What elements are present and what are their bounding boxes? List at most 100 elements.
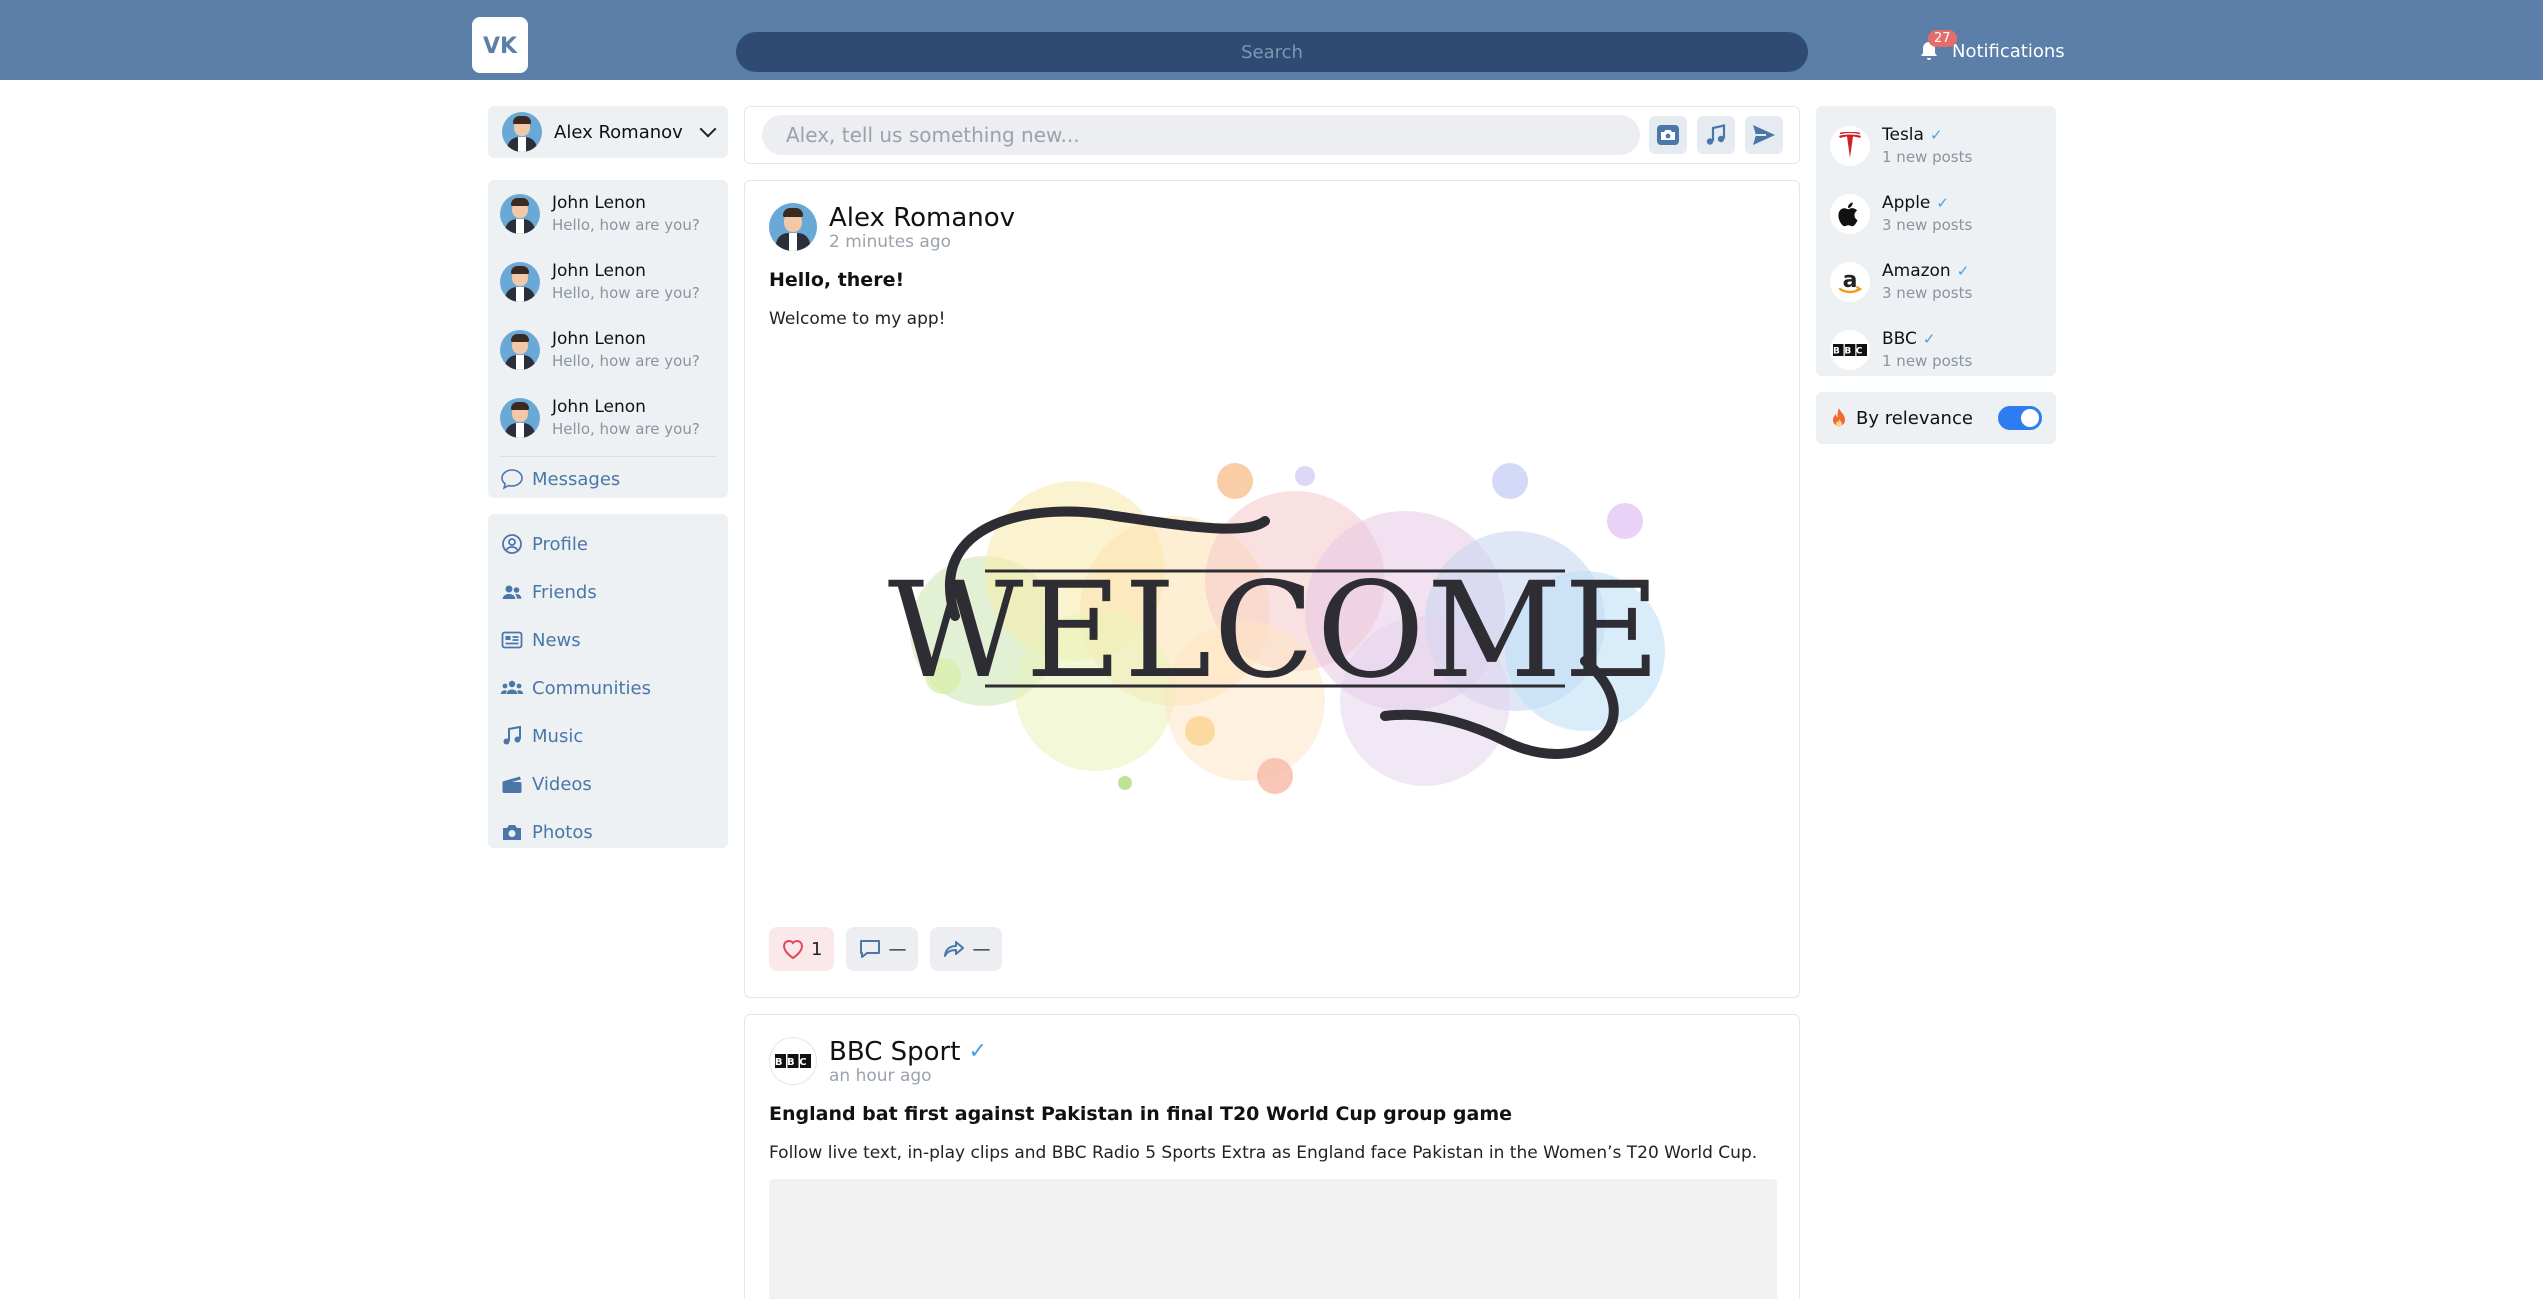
avatar bbox=[500, 330, 540, 370]
like-count: 1 bbox=[811, 938, 823, 960]
chat-bubble-icon bbox=[501, 469, 523, 490]
messages-link-label: Messages bbox=[532, 468, 621, 490]
welcome-image[interactable]: WELCOME bbox=[865, 461, 1685, 821]
message-sender: John Lenon bbox=[552, 193, 646, 213]
svg-text:BBC: BBC bbox=[1833, 347, 1867, 357]
post-author[interactable]: Alex Romanov bbox=[829, 203, 1015, 233]
subscription-count: 1 new posts bbox=[1882, 352, 1973, 370]
subscription-name: Apple bbox=[1882, 193, 1931, 213]
relevance-label: By relevance bbox=[1856, 407, 1973, 429]
bbc-logo: BBC bbox=[1830, 330, 1870, 370]
post-title[interactable]: England bat first against Pakistan in fi… bbox=[769, 1103, 1512, 1125]
nav-item-communities[interactable]: Communities bbox=[500, 664, 716, 712]
subscription-name: BBC bbox=[1882, 329, 1917, 349]
message-preview: Hello, how are you? bbox=[552, 216, 700, 234]
post-author-name: BBC Sport bbox=[829, 1037, 961, 1067]
bell-icon: 27 bbox=[1912, 30, 1957, 68]
message-preview: Hello, how are you? bbox=[552, 284, 700, 302]
attach-photo-button[interactable] bbox=[1649, 116, 1687, 154]
comment-button[interactable]: — bbox=[846, 927, 919, 971]
post-image-placeholder[interactable] bbox=[769, 1179, 1777, 1299]
message-item[interactable]: John Lenon Hello, how are you? bbox=[500, 384, 716, 452]
notifications-button[interactable]: 27 Notifications bbox=[1912, 30, 2065, 68]
post-title: Hello, there! bbox=[769, 269, 905, 291]
nav-label: Music bbox=[532, 725, 584, 747]
subscription-count: 3 new posts bbox=[1882, 216, 1973, 234]
welcome-text: WELCOME bbox=[888, 554, 1662, 708]
post-card: BBC BBC Sport ✓ an hour ago England bat f… bbox=[744, 1014, 1800, 1299]
message-item[interactable]: John Lenon Hello, how are you? bbox=[500, 180, 716, 248]
nav-item-music[interactable]: Music bbox=[500, 712, 716, 760]
tesla-logo bbox=[1830, 126, 1870, 166]
avatar bbox=[500, 262, 540, 302]
comment-count: — bbox=[888, 938, 907, 960]
search-input[interactable] bbox=[736, 32, 1808, 72]
message-item[interactable]: John Lenon Hello, how are you? bbox=[500, 248, 716, 316]
messages-panel: John Lenon Hello, how are you? John Lenon… bbox=[488, 180, 728, 498]
subscription-item-tesla[interactable]: Tesla ✓ 1 new posts bbox=[1830, 112, 2042, 180]
attach-music-button[interactable] bbox=[1697, 116, 1735, 154]
nav-item-videos[interactable]: Videos bbox=[500, 760, 716, 808]
subscription-item-amazon[interactable]: a Amazon ✓ 3 new posts bbox=[1830, 248, 2042, 316]
nav-item-news[interactable]: News bbox=[500, 616, 716, 664]
subscription-count: 3 new posts bbox=[1882, 284, 1973, 302]
main-nav: Profile Friends News Communities Music V… bbox=[488, 514, 728, 848]
subscription-name: Tesla bbox=[1882, 125, 1924, 145]
fire-icon bbox=[1833, 408, 1845, 427]
message-sender: John Lenon bbox=[552, 261, 646, 281]
subscription-count: 1 new posts bbox=[1882, 148, 1973, 166]
send-icon bbox=[1753, 125, 1775, 145]
comment-icon bbox=[860, 940, 881, 958]
chevron-down-icon[interactable] bbox=[699, 120, 717, 138]
apple-logo bbox=[1830, 194, 1870, 234]
relevance-toggle[interactable] bbox=[1998, 406, 2042, 430]
bbc-logo-icon: BBC bbox=[775, 1054, 811, 1068]
subscription-item-bbc[interactable]: BBC BBC ✓ 1 new posts bbox=[1830, 316, 2042, 384]
user-circle-icon bbox=[500, 532, 524, 556]
notification-count-badge: 27 bbox=[1928, 30, 1957, 47]
communities-icon bbox=[500, 676, 524, 700]
message-preview: Hello, how are you? bbox=[552, 420, 700, 438]
like-button[interactable]: 1 bbox=[769, 927, 835, 971]
nav-label: Photos bbox=[532, 821, 593, 843]
post-timestamp: 2 minutes ago bbox=[829, 232, 952, 252]
verified-check-icon: ✓ bbox=[1936, 194, 1949, 212]
post-actions: 1 — — bbox=[769, 927, 1003, 971]
nav-item-profile[interactable]: Profile bbox=[500, 520, 716, 568]
post-author[interactable]: BBC Sport ✓ bbox=[829, 1037, 987, 1067]
share-count: — bbox=[972, 938, 991, 960]
avatar bbox=[500, 194, 540, 234]
post-timestamp: an hour ago bbox=[829, 1066, 932, 1086]
new-post-input[interactable] bbox=[762, 115, 1640, 155]
message-sender: John Lenon bbox=[552, 329, 646, 349]
avatar[interactable] bbox=[769, 203, 817, 251]
post-body: Follow live text, in-play clips and BBC … bbox=[769, 1143, 1758, 1163]
clapperboard-icon bbox=[500, 772, 524, 796]
relevance-filter: By relevance bbox=[1816, 392, 2056, 444]
newspaper-icon bbox=[500, 628, 524, 652]
account-selector[interactable]: Alex Romanov bbox=[488, 106, 728, 158]
message-item[interactable]: John Lenon Hello, how are you? bbox=[500, 316, 716, 384]
send-post-button[interactable] bbox=[1745, 116, 1783, 154]
account-name: Alex Romanov bbox=[554, 121, 683, 143]
messages-link[interactable]: Messages bbox=[500, 457, 716, 501]
bbc-logo[interactable]: BBC bbox=[769, 1037, 817, 1085]
camera-icon bbox=[1657, 125, 1679, 145]
amazon-logo: a bbox=[1830, 262, 1870, 302]
music-icon bbox=[1706, 124, 1726, 145]
vk-logo[interactable]: VK bbox=[472, 17, 528, 73]
notifications-label: Notifications bbox=[1952, 40, 2065, 62]
share-button[interactable]: — bbox=[930, 927, 1003, 971]
heart-icon bbox=[782, 940, 804, 960]
nav-item-photos[interactable]: Photos bbox=[500, 808, 716, 856]
nav-item-friends[interactable]: Friends bbox=[500, 568, 716, 616]
camera-icon bbox=[500, 820, 524, 844]
avatar bbox=[500, 398, 540, 438]
post-card: Alex Romanov 2 minutes ago Hello, there!… bbox=[744, 180, 1800, 998]
svg-text:a: a bbox=[1843, 268, 1858, 293]
share-icon bbox=[944, 941, 965, 957]
verified-check-icon: ✓ bbox=[968, 1039, 987, 1064]
friends-icon bbox=[500, 580, 524, 604]
nav-label: Communities bbox=[532, 677, 651, 699]
subscription-item-apple[interactable]: Apple ✓ 3 new posts bbox=[1830, 180, 2042, 248]
